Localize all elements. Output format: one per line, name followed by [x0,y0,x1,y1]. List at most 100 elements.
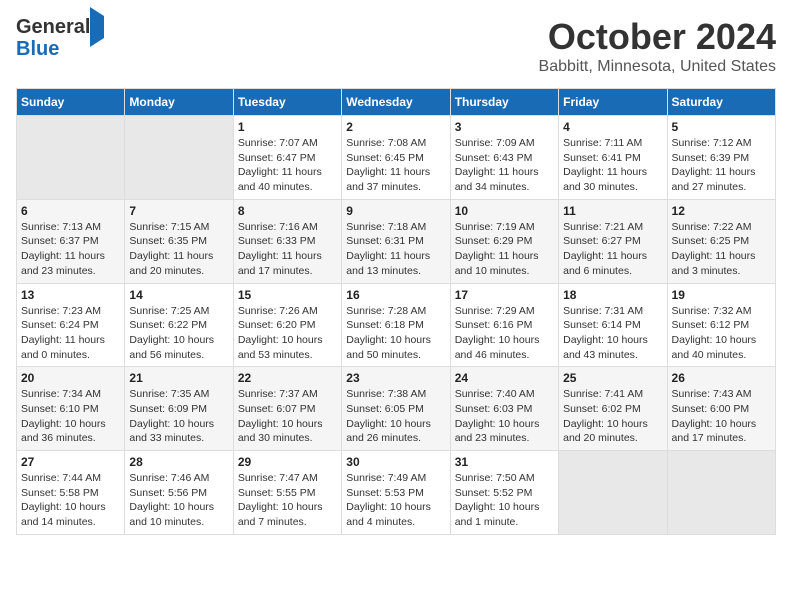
weekday-header-row: Sunday Monday Tuesday Wednesday Thursday… [17,89,776,116]
calendar-week-row: 6Sunrise: 7:13 AM Sunset: 6:37 PM Daylig… [17,199,776,283]
day-number: 8 [238,204,337,218]
logo: General Blue [16,16,104,60]
table-row: 9 Sunrise: 7:18 AM Sunset: 6:31 PM Daylig… [342,199,450,283]
day-number: 4 [563,120,662,134]
day-info: Sunrise: 7:34 AM Sunset: 6:10 PM Dayligh… [21,387,120,446]
table-row: 2 Sunrise: 7:08 AM Sunset: 6:45 PM Daylig… [342,116,450,200]
table-row: 10 Sunrise: 7:19 AM Sunset: 6:29 PM Dayli… [450,199,558,283]
day-number: 5 [672,120,771,134]
header-sunday: Sunday [17,89,125,116]
day-info: Sunrise: 7:29 AM Sunset: 6:16 PM Dayligh… [455,304,554,363]
calendar-subtitle: Babbitt, Minnesota, United States [539,58,776,76]
day-number: 15 [238,288,337,302]
header-monday: Monday [125,89,233,116]
table-row: 8Sunrise: 7:16 AM Sunset: 6:33 PM Daylig… [233,199,341,283]
day-number: 30 [346,455,445,469]
header-friday: Friday [559,89,667,116]
table-row: 22 Sunrise: 7:37 AM Sunset: 6:07 PM Dayli… [233,367,341,451]
day-number: 25 [563,371,662,385]
table-row: 1 Sunrise: 7:07 AM Sunset: 6:47 PM Daylig… [233,116,341,200]
day-info: Sunrise: 7:26 AM Sunset: 6:20 PM Dayligh… [238,304,337,363]
day-number: 21 [129,371,228,385]
day-info: Sunrise: 7:31 AM Sunset: 6:14 PM Dayligh… [563,304,662,363]
table-row: 19Sunrise: 7:32 AM Sunset: 6:12 PM Dayli… [667,283,775,367]
calendar-table: Sunday Monday Tuesday Wednesday Thursday… [16,88,776,535]
day-info: Sunrise: 7:19 AM Sunset: 6:29 PM Dayligh… [455,220,554,279]
day-info: Sunrise: 7:18 AM Sunset: 6:31 PM Dayligh… [346,220,445,279]
day-number: 9 [346,204,445,218]
day-info: Sunrise: 7:08 AM Sunset: 6:45 PM Dayligh… [346,136,445,195]
day-number: 26 [672,371,771,385]
day-info: Sunrise: 7:07 AM Sunset: 6:47 PM Dayligh… [238,136,337,195]
day-number: 13 [21,288,120,302]
day-info: Sunrise: 7:38 AM Sunset: 6:05 PM Dayligh… [346,387,445,446]
day-number: 22 [238,371,337,385]
table-row: 30 Sunrise: 7:49 AM Sunset: 5:53 PM Dayli… [342,451,450,535]
day-info: Sunrise: 7:25 AM Sunset: 6:22 PM Dayligh… [129,304,228,363]
table-row: 16Sunrise: 7:28 AM Sunset: 6:18 PM Dayli… [342,283,450,367]
title-block: October 2024 Babbitt, Minnesota, United … [539,16,776,76]
day-info: Sunrise: 7:22 AM Sunset: 6:25 PM Dayligh… [672,220,771,279]
day-number: 19 [672,288,771,302]
day-info: Sunrise: 7:50 AM Sunset: 5:52 PM Dayligh… [455,471,554,530]
day-number: 17 [455,288,554,302]
day-info: Sunrise: 7:40 AM Sunset: 6:03 PM Dayligh… [455,387,554,446]
table-row: 29Sunrise: 7:47 AM Sunset: 5:55 PM Dayli… [233,451,341,535]
day-number: 18 [563,288,662,302]
table-row: 6Sunrise: 7:13 AM Sunset: 6:37 PM Daylig… [17,199,125,283]
day-info: Sunrise: 7:37 AM Sunset: 6:07 PM Dayligh… [238,387,337,446]
day-info: Sunrise: 7:12 AM Sunset: 6:39 PM Dayligh… [672,136,771,195]
day-info: Sunrise: 7:47 AM Sunset: 5:55 PM Dayligh… [238,471,337,530]
table-row: 5 Sunrise: 7:12 AM Sunset: 6:39 PM Daylig… [667,116,775,200]
day-info: Sunrise: 7:15 AM Sunset: 6:35 PM Dayligh… [129,220,228,279]
header-saturday: Saturday [667,89,775,116]
day-info: Sunrise: 7:11 AM Sunset: 6:41 PM Dayligh… [563,136,662,195]
table-row: 20 Sunrise: 7:34 AM Sunset: 6:10 PM Dayli… [17,367,125,451]
day-info: Sunrise: 7:35 AM Sunset: 6:09 PM Dayligh… [129,387,228,446]
day-number: 20 [21,371,120,385]
day-number: 14 [129,288,228,302]
table-row: 26 Sunrise: 7:43 AM Sunset: 6:00 PM Dayli… [667,367,775,451]
day-info: Sunrise: 7:41 AM Sunset: 6:02 PM Dayligh… [563,387,662,446]
table-row: 18 Sunrise: 7:31 AM Sunset: 6:14 PM Dayli… [559,283,667,367]
day-number: 23 [346,371,445,385]
logo-icon [90,7,104,47]
header-thursday: Thursday [450,89,558,116]
table-row: 4 Sunrise: 7:11 AM Sunset: 6:41 PM Daylig… [559,116,667,200]
calendar-week-row: 13 Sunrise: 7:23 AM Sunset: 6:24 PM Dayli… [17,283,776,367]
day-number: 12 [672,204,771,218]
day-number: 3 [455,120,554,134]
logo-blue: Blue [16,38,59,60]
day-info: Sunrise: 7:23 AM Sunset: 6:24 PM Dayligh… [21,304,120,363]
table-row: 14 Sunrise: 7:25 AM Sunset: 6:22 PM Dayli… [125,283,233,367]
logo-general: General [16,16,90,38]
logo-text: General Blue [16,16,104,60]
table-row: 11Sunrise: 7:21 AM Sunset: 6:27 PM Dayli… [559,199,667,283]
table-row: 3 Sunrise: 7:09 AM Sunset: 6:43 PM Daylig… [450,116,558,200]
table-row: 27Sunrise: 7:44 AM Sunset: 5:58 PM Dayli… [17,451,125,535]
day-number: 28 [129,455,228,469]
table-row: 25 Sunrise: 7:41 AM Sunset: 6:02 PM Dayli… [559,367,667,451]
day-number: 10 [455,204,554,218]
table-row: 15 Sunrise: 7:26 AM Sunset: 6:20 PM Dayli… [233,283,341,367]
day-number: 2 [346,120,445,134]
calendar-week-row: 1 Sunrise: 7:07 AM Sunset: 6:47 PM Daylig… [17,116,776,200]
table-row: 31Sunrise: 7:50 AM Sunset: 5:52 PM Dayli… [450,451,558,535]
table-row [667,451,775,535]
day-info: Sunrise: 7:21 AM Sunset: 6:27 PM Dayligh… [563,220,662,279]
day-info: Sunrise: 7:09 AM Sunset: 6:43 PM Dayligh… [455,136,554,195]
day-number: 1 [238,120,337,134]
day-number: 16 [346,288,445,302]
calendar-title: October 2024 [539,16,776,58]
day-info: Sunrise: 7:49 AM Sunset: 5:53 PM Dayligh… [346,471,445,530]
day-number: 6 [21,204,120,218]
header-tuesday: Tuesday [233,89,341,116]
day-info: Sunrise: 7:43 AM Sunset: 6:00 PM Dayligh… [672,387,771,446]
table-row: 23 Sunrise: 7:38 AM Sunset: 6:05 PM Dayli… [342,367,450,451]
day-info: Sunrise: 7:44 AM Sunset: 5:58 PM Dayligh… [21,471,120,530]
table-row: 24Sunrise: 7:40 AM Sunset: 6:03 PM Dayli… [450,367,558,451]
table-row: 13 Sunrise: 7:23 AM Sunset: 6:24 PM Dayli… [17,283,125,367]
table-row: 28Sunrise: 7:46 AM Sunset: 5:56 PM Dayli… [125,451,233,535]
calendar-week-row: 20 Sunrise: 7:34 AM Sunset: 6:10 PM Dayli… [17,367,776,451]
table-row: 17 Sunrise: 7:29 AM Sunset: 6:16 PM Dayli… [450,283,558,367]
